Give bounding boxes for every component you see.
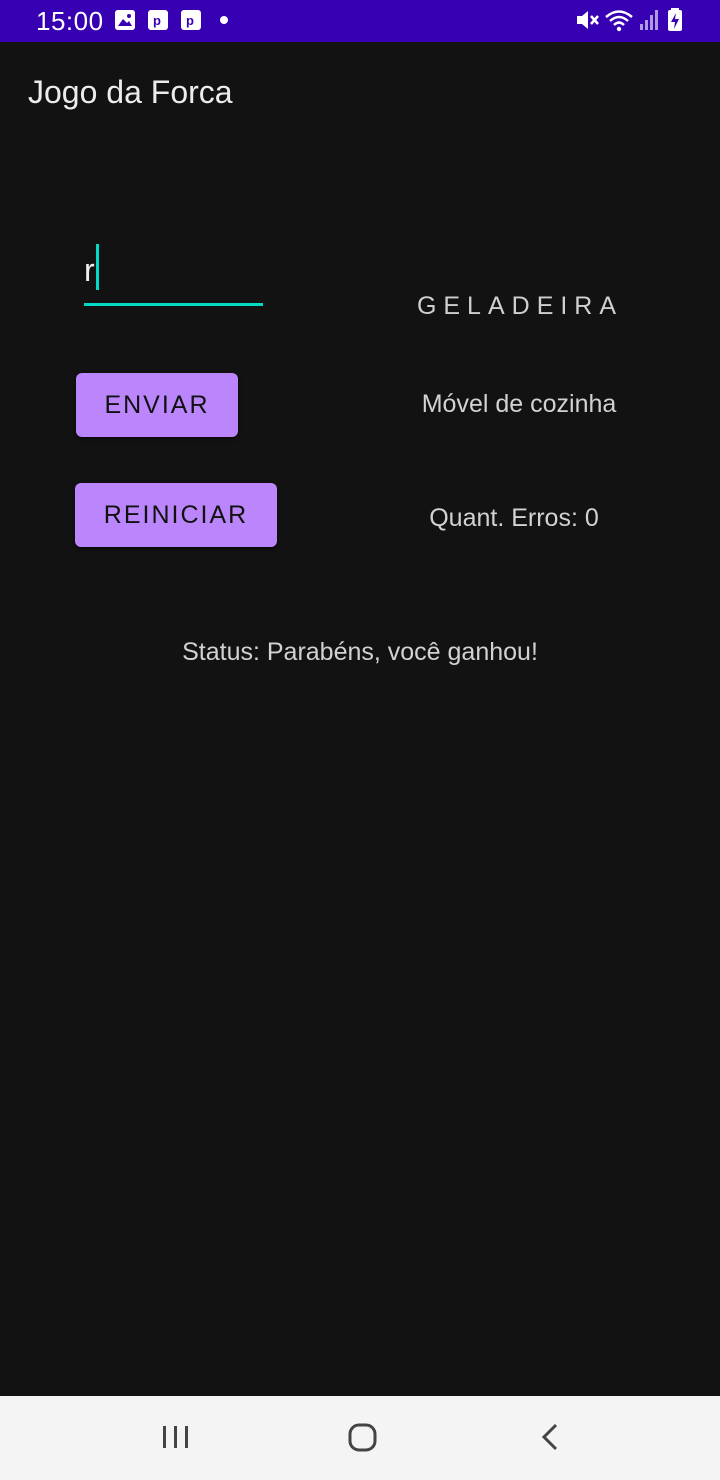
svg-text:p: p <box>153 13 161 28</box>
text-cursor <box>96 244 99 290</box>
mute-icon <box>574 8 600 32</box>
battery-charging-icon <box>666 8 684 32</box>
secret-word: GELADEIRA <box>416 292 624 320</box>
image-notification-icon <box>115 10 135 30</box>
game-status: Status: Parabéns, você ganhou! <box>182 638 538 666</box>
app-title: Jogo da Forca <box>28 74 233 110</box>
word-hint: Móvel de cozinha <box>421 390 617 418</box>
letter-input-field[interactable] <box>84 238 264 308</box>
status-bar: 15:00 p p <box>0 0 720 42</box>
error-count: Quant. Erros: 0 <box>429 504 599 532</box>
navigation-bar <box>0 1396 720 1480</box>
parking-app-icon: p <box>181 10 201 30</box>
home-icon[interactable] <box>340 1416 384 1460</box>
recent-apps-icon[interactable] <box>154 1416 198 1460</box>
status-time: 15:00 <box>36 6 104 36</box>
input-underline <box>84 303 263 306</box>
letter-input[interactable] <box>84 250 254 290</box>
app-bar: Jogo da Forca <box>0 42 720 144</box>
restart-button[interactable]: REINICIAR <box>75 483 277 547</box>
back-icon[interactable] <box>528 1416 572 1460</box>
dot-icon <box>220 16 228 24</box>
wifi-icon <box>604 8 634 32</box>
send-button[interactable]: ENVIAR <box>76 373 238 437</box>
svg-text:p: p <box>186 13 194 28</box>
signal-icon <box>638 8 660 32</box>
parking-app-icon: p <box>148 10 168 30</box>
